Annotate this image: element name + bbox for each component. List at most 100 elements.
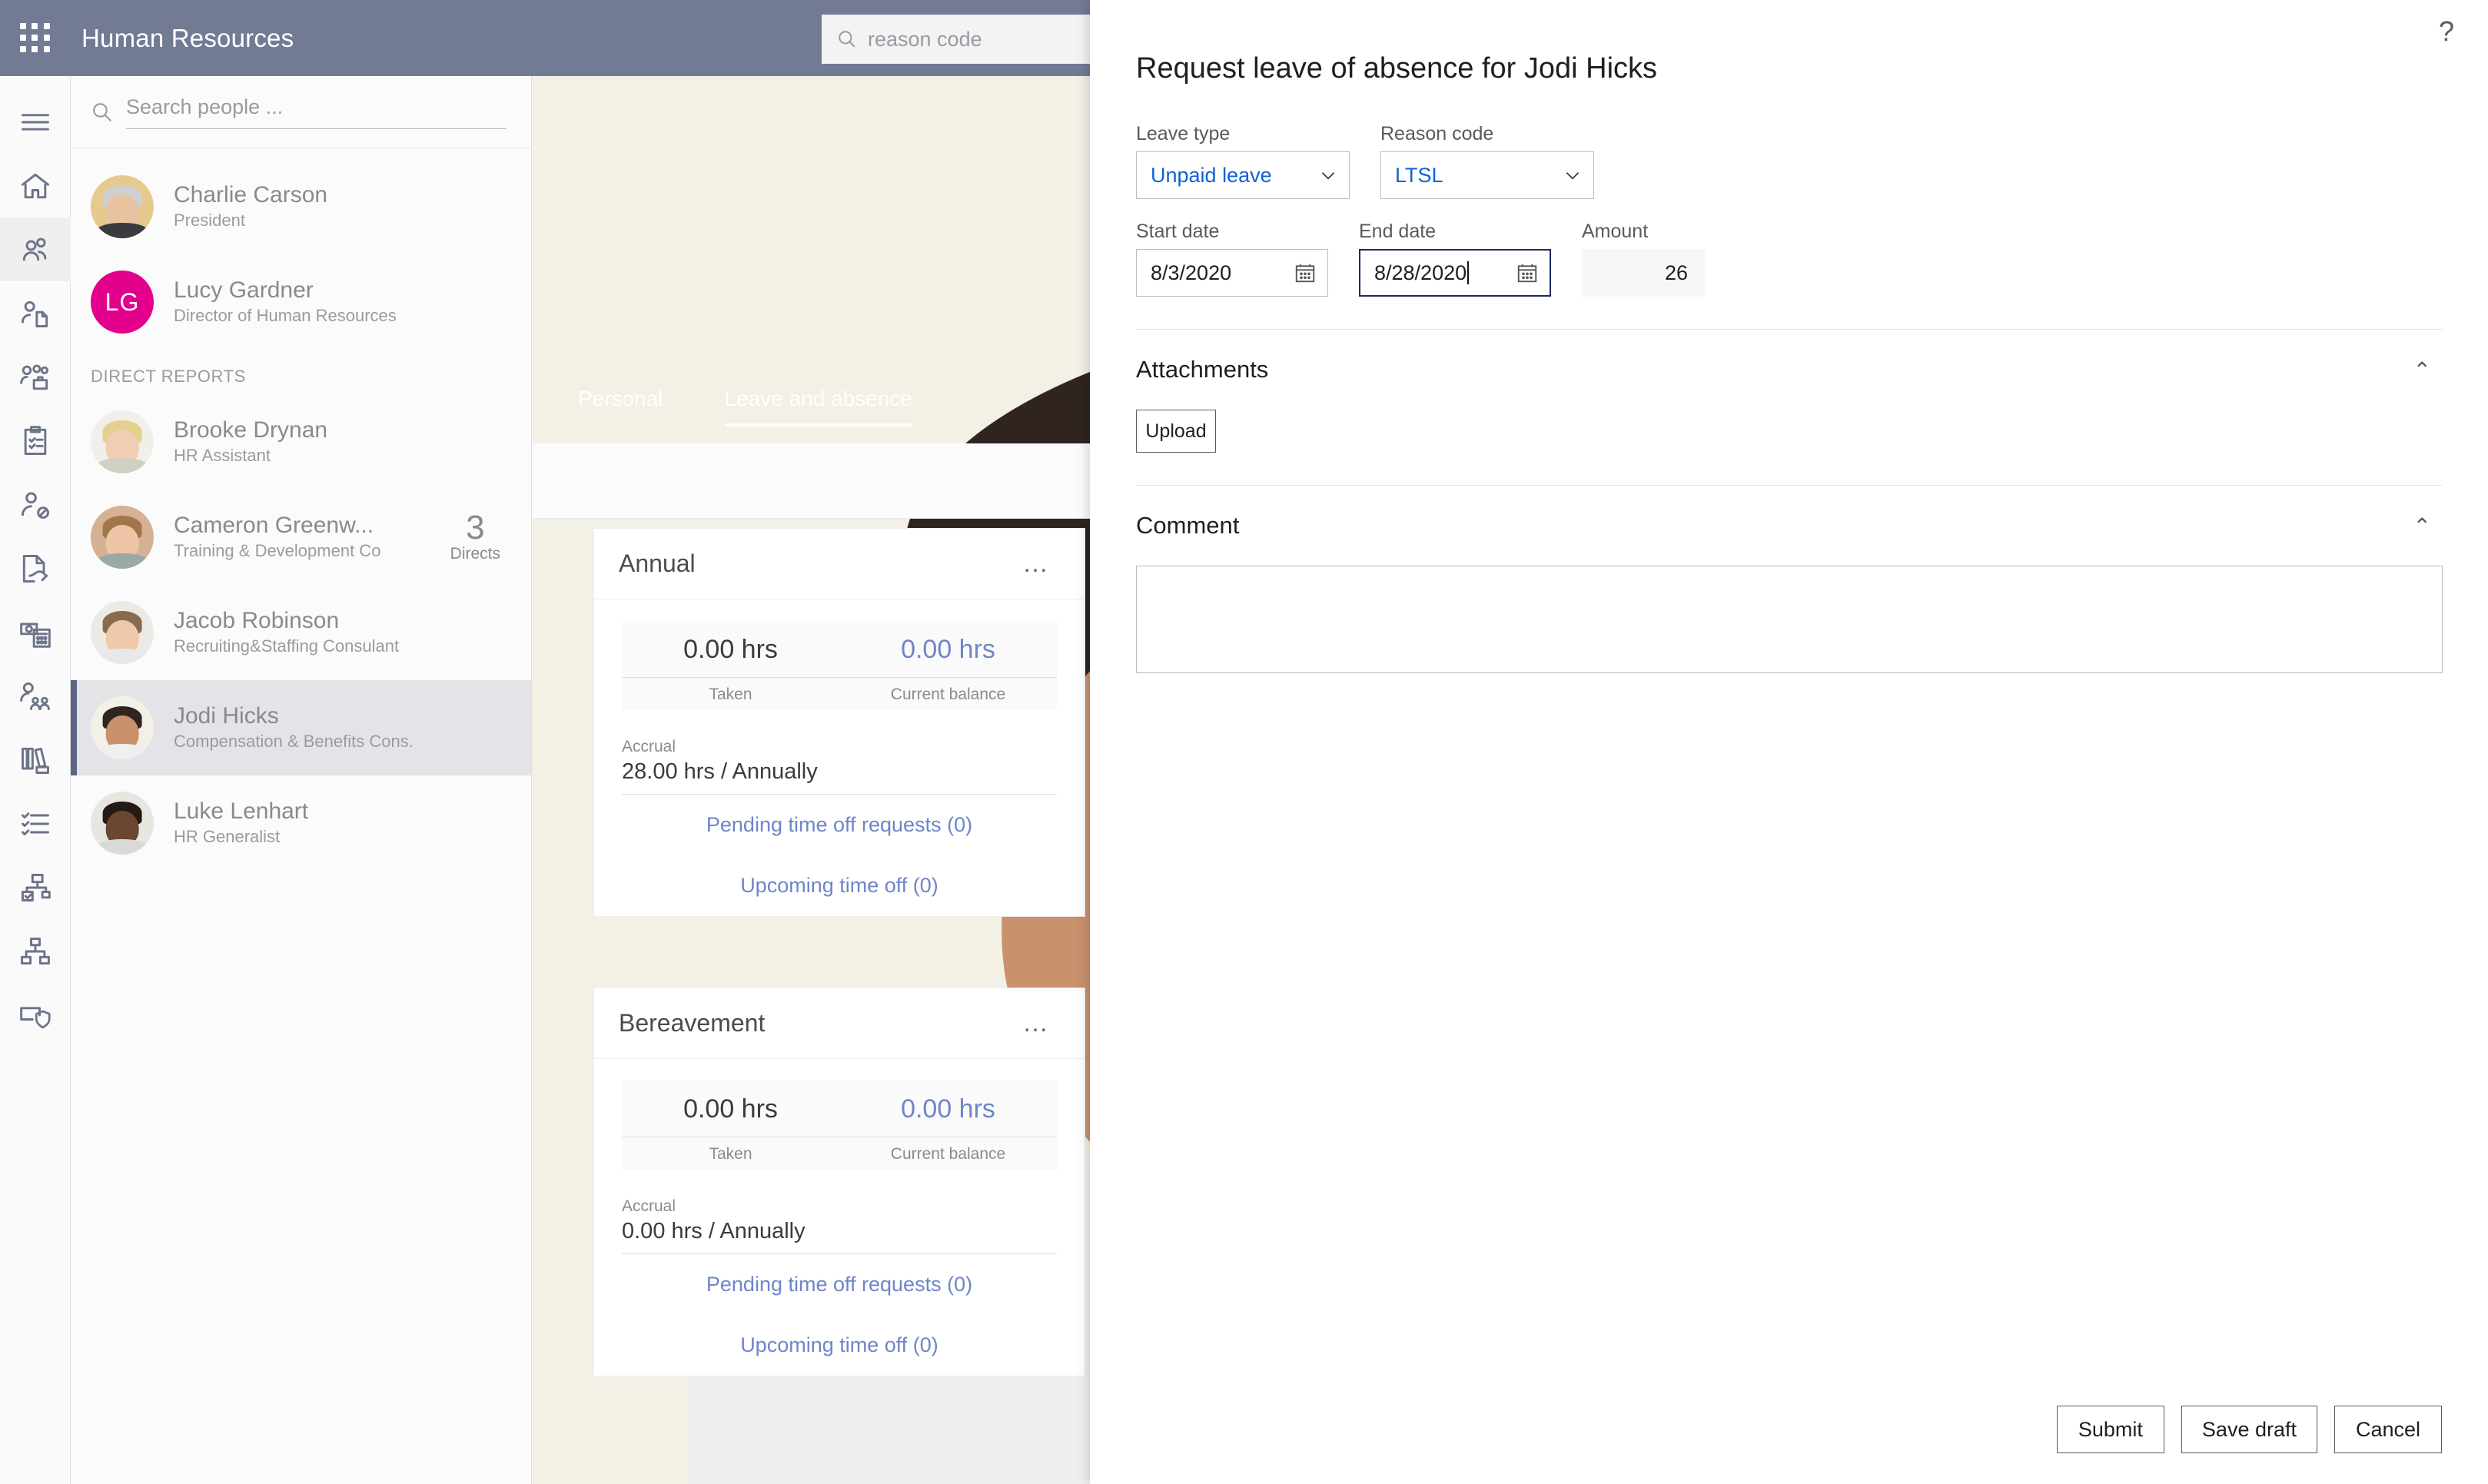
comment-textarea[interactable] [1136,566,2443,673]
accrual-label: Accrual [622,1197,676,1215]
person-name: Luke Lenhart [174,798,309,824]
rail-item-courses[interactable] [0,728,71,792]
rail-item-tasks[interactable] [0,409,71,473]
calendar-icon[interactable] [1516,261,1539,284]
pending-time-off-link[interactable]: Pending time off requests (0) [594,1254,1085,1315]
upcoming-time-off-link[interactable]: Upcoming time off (0) [594,855,1085,916]
person-role: HR Generalist [174,827,281,847]
profile-tabs: Personal Leave and absence [578,387,912,427]
profile-avatar [532,76,2488,1484]
stat-current-balance: 0.00 hrs Current balance [839,1081,1057,1170]
rail-item-personnel-management[interactable] [0,345,71,409]
rail-item-security[interactable] [0,983,71,1047]
list-item[interactable]: Cameron Greenw... Training & Development… [71,490,531,585]
card-title: Annual [619,549,696,577]
left-icon-rail [0,76,71,1484]
hamburger-menu-button[interactable] [0,90,71,154]
submit-button[interactable]: Submit [2056,1406,2164,1453]
stat-value: 0.00 hrs [839,1094,1057,1137]
start-date-value: 8/3/2020 [1151,261,1232,284]
start-date-input[interactable]: 8/3/2020 [1136,249,1328,297]
people-briefcase-icon [19,364,48,390]
rail-item-employee-self-service[interactable] [0,281,71,345]
person-name: Lucy Gardner [174,277,314,303]
group-header-direct-reports: DIRECT REPORTS [91,367,246,386]
rail-item-compensation[interactable] [0,600,71,664]
rail-item-workflow-approval[interactable] [0,855,71,919]
reason-code-field: Reason code LTSL [1380,123,1594,199]
books-icon [21,747,49,774]
directs-label: Directs [450,545,500,563]
rail-item-questionnaires[interactable] [0,792,71,855]
stat-current-balance: 0.00 hrs Current balance [839,621,1057,710]
request-leave-dialog: ? Request leave of absence for Jodi Hick… [1090,0,2488,1484]
list-item[interactable]: Luke Lenhart HR Generalist [71,775,531,871]
search-people-input[interactable]: Search people ... [126,95,507,129]
cancel-button[interactable]: Cancel [2334,1406,2442,1453]
rail-item-home[interactable] [0,154,71,217]
save-draft-button[interactable]: Save draft [2181,1406,2317,1453]
people-list: Charlie Carson President LG Lucy Gardner… [71,148,531,871]
list-item[interactable]: Brooke Drynan HR Assistant [71,394,531,490]
amount-value-readonly: 26 [1582,249,1705,297]
reason-code-value: LTSL [1395,163,1443,187]
person-name: Cameron Greenw... [174,512,374,538]
leave-card-bereavement: Bereavement … 0.00 hrs Taken 0.00 hrs Cu… [593,988,1085,1376]
rail-item-my-team[interactable] [0,217,71,281]
person-role: Compensation & Benefits Cons. [174,732,414,752]
ellipsis-icon[interactable]: … [1022,549,1051,579]
start-date-label: Start date [1136,221,1220,242]
list-item[interactable]: LG Lucy Gardner Director of Human Resour… [71,254,531,350]
chevron-down-icon [1566,172,1579,180]
end-date-value: 8/28/2020 [1374,261,1467,284]
jacob-robinson-avatar [91,601,154,664]
person-name: Jodi Hicks [174,702,279,729]
tab-personal[interactable]: Personal [578,387,663,427]
person-role: Training & Development Co [174,541,381,561]
dialog-title: Request leave of absence for Jodi Hicks [1136,52,1658,85]
ellipsis-icon[interactable]: … [1022,1008,1051,1038]
person-name: Brooke Drynan [174,417,328,443]
people-search-row[interactable]: Search people ... [71,76,531,148]
tab-leave-and-absence[interactable]: Leave and absence [724,387,912,427]
app-title: Human Resources [81,23,294,52]
end-date-input[interactable]: 8/28/2020 [1359,249,1551,297]
person-block-icon [21,491,49,519]
calendar-icon[interactable] [1294,261,1317,284]
accrual-label: Accrual [622,738,676,755]
people-panel: Search people ... Charlie Carson Preside… [71,76,532,1484]
document-signature-icon [22,554,48,583]
money-calculator-icon [19,622,51,648]
reason-code-select[interactable]: LTSL [1380,151,1594,199]
upload-button[interactable]: Upload [1136,410,1216,453]
stat-taken: 0.00 hrs Taken [622,1081,839,1170]
list-item[interactable]: Charlie Carson President [71,159,531,254]
card-title: Bereavement [619,1009,766,1037]
rail-item-org-chart[interactable] [0,919,71,983]
upcoming-time-off-link[interactable]: Upcoming time off (0) [594,1315,1085,1376]
help-icon[interactable]: ? [2439,15,2454,48]
stat-label: Taken [709,686,752,703]
person-document-icon [21,300,48,327]
people-icon [22,237,46,261]
chevron-down-icon [1321,172,1335,180]
rail-item-benefits[interactable] [0,664,71,728]
leave-type-value: Unpaid leave [1151,163,1272,187]
brooke-drynan-avatar [91,410,154,473]
stat-taken: 0.00 hrs Taken [622,621,839,710]
list-item[interactable]: Jacob Robinson Recruiting&Staffing Consu… [71,585,531,680]
rail-item-documents[interactable] [0,536,71,600]
rail-item-leave-of-absence[interactable] [0,473,71,536]
comment-section: Comment ⌃ [1136,485,2443,673]
person-role: Director of Human Resources [174,306,397,326]
chevron-up-icon[interactable]: ⌃ [2413,357,2431,383]
leave-type-field: Leave type Unpaid leave [1136,123,1350,199]
pending-time-off-link[interactable]: Pending time off requests (0) [594,795,1085,855]
leave-type-select[interactable]: Unpaid leave [1136,151,1350,199]
chevron-up-icon[interactable]: ⌃ [2413,513,2431,539]
person-name: Jacob Robinson [174,607,340,633]
list-item-selected-jodi-hicks[interactable]: Jodi Hicks Compensation & Benefits Cons. [71,680,531,775]
app-launcher-icon[interactable] [20,22,51,54]
stat-value: 0.00 hrs [622,635,839,678]
reason-code-label: Reason code [1380,123,1494,144]
